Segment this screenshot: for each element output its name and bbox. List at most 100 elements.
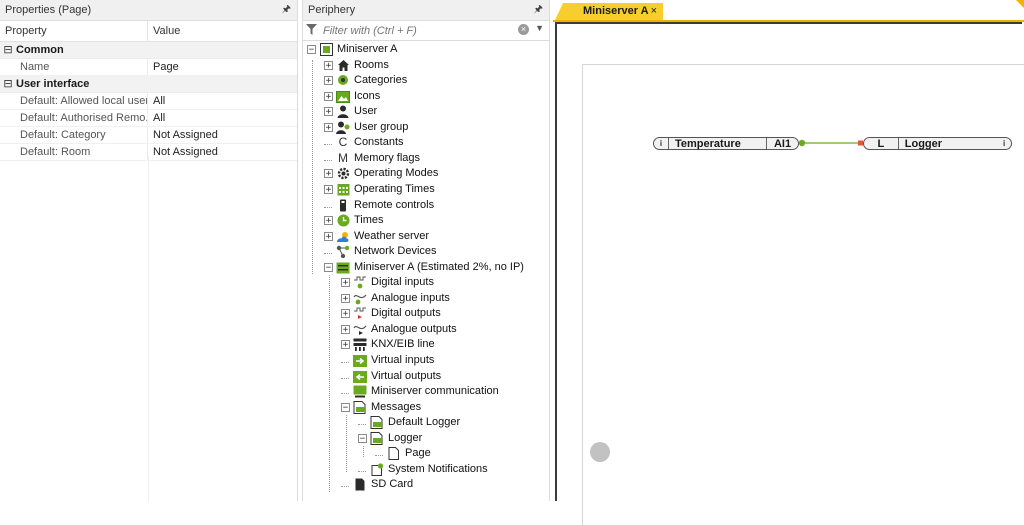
properties-panel: Properties (Page) 🖈 Property Value ⊟ Com…: [0, 0, 298, 501]
tree-item[interactable]: + Analogue inputs: [341, 291, 450, 306]
tree-item[interactable]: C Constants: [324, 135, 404, 150]
tree-item-label: Constants: [354, 136, 404, 148]
category-user-interface[interactable]: ⊟ User interface: [0, 76, 297, 93]
expand-icon[interactable]: +: [324, 61, 333, 71]
pin-icon[interactable]: 🖈: [534, 0, 543, 20]
gear-icon: [336, 167, 350, 181]
pin-icon[interactable]: 🖈: [282, 0, 291, 20]
tree-item-label: Analogue inputs: [371, 292, 450, 304]
tree-item[interactable]: System Notifications: [358, 462, 488, 477]
properties-title-bar: Properties (Page) 🖈: [0, 0, 297, 21]
expand-icon[interactable]: +: [324, 185, 333, 195]
property-row[interactable]: Name Page: [0, 59, 297, 76]
column-header-property[interactable]: Property: [0, 21, 148, 41]
expand-icon[interactable]: +: [324, 216, 333, 226]
tree-item[interactable]: − Messages: [341, 400, 421, 415]
clear-filter-icon[interactable]: ×: [518, 24, 529, 35]
tree-item-label: Remote controls: [354, 199, 435, 211]
connection-line[interactable]: [797, 136, 867, 150]
tree-item[interactable]: Remote controls: [324, 198, 434, 213]
collapse-icon[interactable]: −: [341, 403, 350, 413]
digital-input-icon: [353, 276, 367, 290]
property-name: Default: Room: [0, 144, 148, 160]
tree-item[interactable]: + Times: [324, 213, 384, 228]
expand-icon[interactable]: +: [324, 169, 333, 179]
property-value[interactable]: All: [148, 110, 165, 126]
close-icon[interactable]: ×: [651, 3, 657, 20]
tree-item[interactable]: M Memory flags: [324, 151, 420, 166]
properties-grid-header: Property Value: [0, 21, 297, 42]
tree-connector-line: [346, 415, 347, 472]
analog-output-icon: [353, 323, 367, 337]
tree-item[interactable]: + Digital outputs: [341, 306, 441, 321]
tree-spacer: [324, 198, 336, 213]
expand-icon[interactable]: +: [341, 294, 350, 304]
category-common[interactable]: ⊟ Common: [0, 42, 297, 59]
tree-item[interactable]: + Categories: [324, 73, 407, 88]
tree-item[interactable]: + Operating Modes: [324, 166, 438, 181]
tree-item[interactable]: Default Logger: [358, 415, 460, 430]
collapse-icon[interactable]: ⊟: [0, 76, 16, 92]
logger-block[interactable]: L Logger i: [863, 137, 1012, 150]
info-icon[interactable]: i: [654, 139, 668, 148]
tree-item[interactable]: − Miniserver A (Estimated 2%, no IP): [324, 260, 524, 275]
tree-item-label: User group: [354, 121, 409, 133]
tree-item[interactable]: Page: [375, 446, 431, 461]
property-row[interactable]: Default: Allowed local users All: [0, 93, 297, 110]
collapse-icon[interactable]: −: [324, 263, 333, 273]
tree-item[interactable]: + Operating Times: [324, 182, 435, 197]
clock-icon: [336, 214, 350, 228]
property-value[interactable]: All: [148, 93, 165, 109]
tree-item-label: KNX/EIB line: [371, 338, 435, 350]
collapse-icon[interactable]: ⊟: [0, 42, 16, 58]
expand-icon[interactable]: +: [341, 309, 350, 319]
tree-spacer: [324, 151, 336, 166]
tab-miniserver-a[interactable]: Miniserver A ×: [555, 3, 663, 20]
property-value[interactable]: Page: [148, 59, 179, 75]
property-value[interactable]: Not Assigned: [148, 144, 218, 160]
tree-item[interactable]: − Logger: [358, 431, 422, 446]
program-canvas[interactable]: i Temperature AI1 L Logger i: [555, 22, 1024, 525]
property-row[interactable]: Default: Authorised Remo... All: [0, 110, 297, 127]
image-icon: [336, 90, 350, 104]
info-icon[interactable]: i: [997, 139, 1011, 148]
tree-item[interactable]: + Icons: [324, 89, 380, 104]
tree-connector-line: [363, 446, 364, 457]
collapse-icon[interactable]: −: [358, 434, 367, 444]
expand-icon[interactable]: +: [324, 232, 333, 242]
miniserver-icon: [319, 43, 333, 57]
category-label: User interface: [16, 78, 90, 90]
virtual-input-icon: [353, 354, 367, 368]
tree-item[interactable]: + Digital inputs: [341, 275, 434, 290]
tree-item[interactable]: SD Card: [341, 477, 413, 492]
expand-icon[interactable]: +: [324, 92, 333, 102]
expand-icon[interactable]: +: [324, 107, 333, 117]
expand-icon[interactable]: +: [324, 76, 333, 86]
tree-item[interactable]: Miniserver communication: [341, 384, 499, 399]
property-value[interactable]: Not Assigned: [148, 127, 218, 143]
tree-item[interactable]: Virtual inputs: [341, 353, 434, 368]
tree-item[interactable]: Virtual outputs: [341, 369, 441, 384]
column-header-value[interactable]: Value: [148, 21, 180, 41]
tree-item[interactable]: + Rooms: [324, 58, 389, 73]
chevron-down-icon[interactable]: ▼: [535, 23, 544, 33]
tree-item[interactable]: − Miniserver A: [307, 42, 398, 57]
tree-item[interactable]: + Analogue outputs: [341, 322, 457, 337]
tree-item-label: System Notifications: [388, 463, 488, 475]
scroll-indicator[interactable]: [590, 442, 610, 462]
tree-item[interactable]: + KNX/EIB line: [341, 337, 435, 352]
tree-item[interactable]: + Weather server: [324, 229, 429, 244]
expand-icon[interactable]: +: [341, 278, 350, 288]
analog-input-block[interactable]: i Temperature AI1: [653, 137, 799, 150]
tree-item[interactable]: + User group: [324, 120, 408, 135]
property-row[interactable]: Default: Category Not Assigned: [0, 127, 297, 144]
tree-item[interactable]: Network Devices: [324, 244, 437, 259]
collapse-icon[interactable]: −: [307, 45, 316, 55]
tree-item-label: Miniserver A: [337, 43, 398, 55]
expand-icon[interactable]: +: [341, 325, 350, 335]
tree-item[interactable]: + User: [324, 104, 377, 119]
tree-item-label: Digital outputs: [371, 307, 441, 319]
filter-input[interactable]: [320, 24, 503, 37]
expand-icon[interactable]: +: [324, 123, 333, 133]
expand-icon[interactable]: +: [341, 340, 350, 350]
